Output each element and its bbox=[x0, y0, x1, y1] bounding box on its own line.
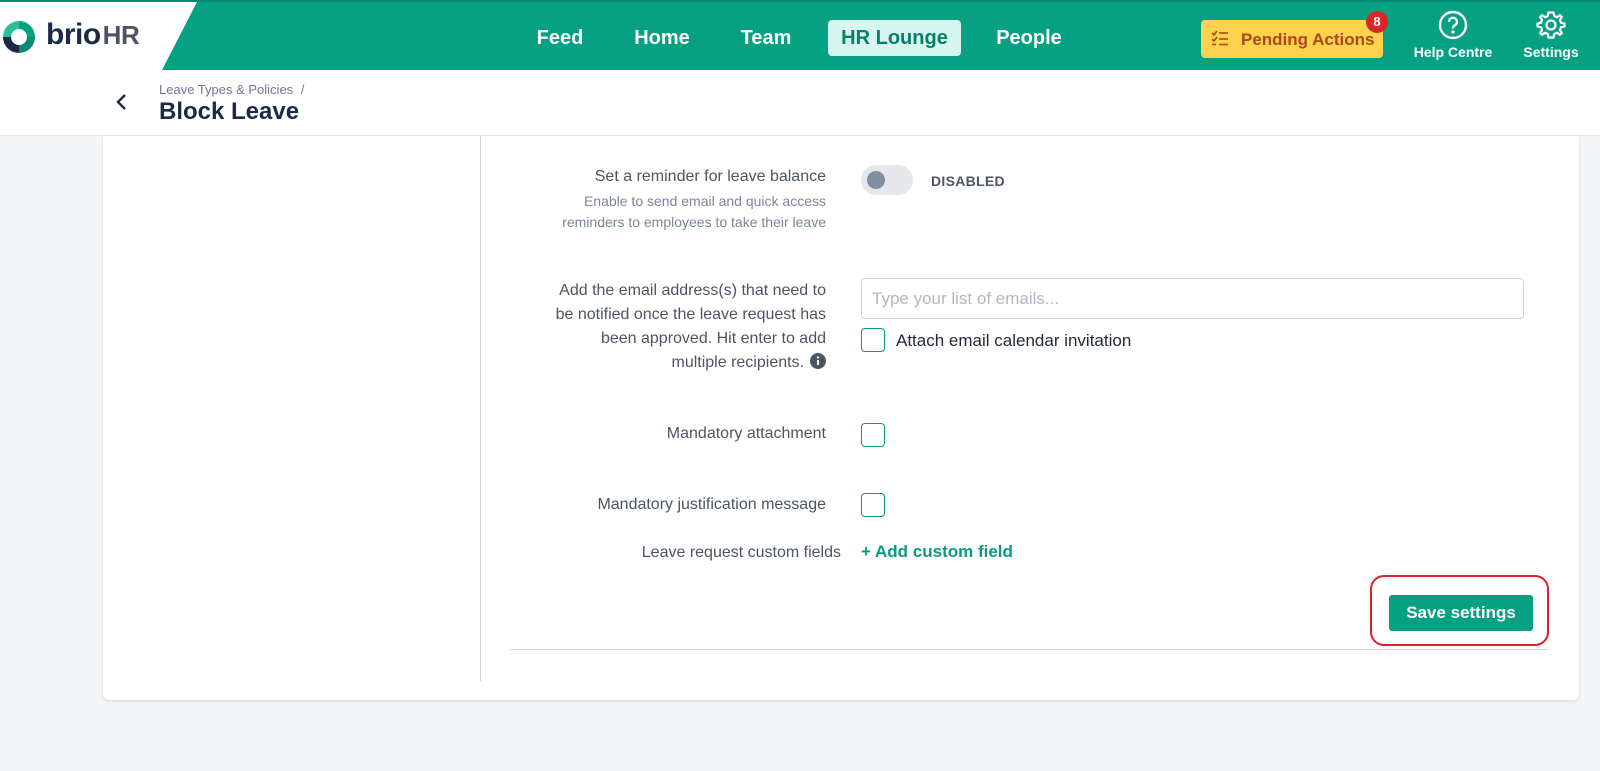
reminder-description-line-1: Enable to send email and quick access bbox=[583, 193, 826, 209]
attach-calendar-label[interactable]: Attach email calendar invitation bbox=[896, 331, 1131, 351]
page-header: Leave Types & Policies / Block Leave bbox=[0, 70, 1600, 136]
brio-logo-icon bbox=[3, 21, 35, 53]
pending-count-badge: 8 bbox=[1366, 11, 1388, 33]
mandatory-attachment-label: Mandatory attachment bbox=[666, 425, 826, 442]
nav-item-people[interactable]: People bbox=[993, 20, 1065, 56]
brand-name: brio bbox=[46, 18, 101, 51]
reminder-description: Enable to send email and quick access re… bbox=[500, 191, 826, 233]
custom-fields-label: Leave request custom fields bbox=[641, 544, 841, 561]
back-arrow-icon[interactable] bbox=[110, 90, 134, 114]
form-bottom-divider bbox=[510, 649, 1549, 650]
settings-card bbox=[103, 136, 1579, 700]
nav-item-hr-lounge[interactable]: HR Lounge bbox=[828, 20, 961, 56]
notify-emails-label: Add the email address(s) that need to be… bbox=[500, 279, 826, 375]
notify-emails-input[interactable] bbox=[861, 278, 1524, 319]
toggle-knob bbox=[867, 171, 885, 189]
brand-suffix: HR bbox=[102, 20, 140, 50]
breadcrumb-link-leave-types[interactable]: Leave Types & Policies bbox=[159, 82, 293, 97]
attach-calendar-checkbox[interactable] bbox=[861, 328, 885, 352]
pending-actions-label: Pending Actions bbox=[1241, 30, 1375, 49]
reminder-description-line-2: reminders to employees to take their lea… bbox=[562, 214, 826, 230]
reminder-toggle-state: DISABLED bbox=[931, 173, 1005, 189]
nav-item-team[interactable]: Team bbox=[735, 20, 797, 56]
breadcrumb-separator: / bbox=[300, 82, 305, 97]
pending-actions-button[interactable]: Pending Actions bbox=[1201, 20, 1383, 58]
breadcrumb: Leave Types & Policies / bbox=[159, 82, 304, 97]
logo-wedge-decoration bbox=[161, 2, 197, 72]
gear-icon bbox=[1536, 11, 1566, 39]
notify-label-line-2: be notified once the leave request has bbox=[555, 306, 826, 323]
mandatory-justification-label: Mandatory justification message bbox=[597, 496, 826, 513]
help-icon bbox=[1438, 10, 1468, 40]
page-title: Block Leave bbox=[159, 98, 300, 125]
info-icon[interactable] bbox=[810, 353, 826, 369]
reminder-label: Set a reminder for leave balance bbox=[594, 168, 826, 185]
nav-item-feed[interactable]: Feed bbox=[528, 20, 592, 56]
brand-logo-text[interactable]: brioHR bbox=[46, 18, 140, 52]
nav-item-home[interactable]: Home bbox=[627, 20, 697, 56]
notify-label-line-4: multiple recipients. bbox=[500, 351, 826, 375]
help-centre-label: Help Centre bbox=[1413, 44, 1493, 60]
logo-container: brioHR bbox=[0, 2, 162, 72]
column-divider bbox=[480, 136, 481, 681]
settings-button[interactable]: Settings bbox=[1506, 10, 1596, 60]
checklist-icon bbox=[1211, 30, 1228, 46]
mandatory-justification-checkbox[interactable] bbox=[861, 493, 885, 517]
help-centre-button[interactable]: Help Centre bbox=[1408, 10, 1498, 60]
notify-label-line-1: Add the email address(s) that need to bbox=[559, 282, 826, 299]
save-settings-button[interactable]: Save settings bbox=[1389, 595, 1533, 631]
settings-label: Settings bbox=[1523, 44, 1579, 60]
add-custom-field-link[interactable]: + Add custom field bbox=[861, 542, 1013, 562]
notify-label-line-4-text: multiple recipients. bbox=[671, 354, 805, 371]
reminder-toggle[interactable] bbox=[861, 165, 913, 195]
notify-label-line-3: been approved. Hit enter to add bbox=[600, 330, 826, 347]
top-navigation-bar: brioHR Feed Home Team HR Lounge People P… bbox=[0, 0, 1600, 72]
mandatory-attachment-checkbox[interactable] bbox=[861, 423, 885, 447]
